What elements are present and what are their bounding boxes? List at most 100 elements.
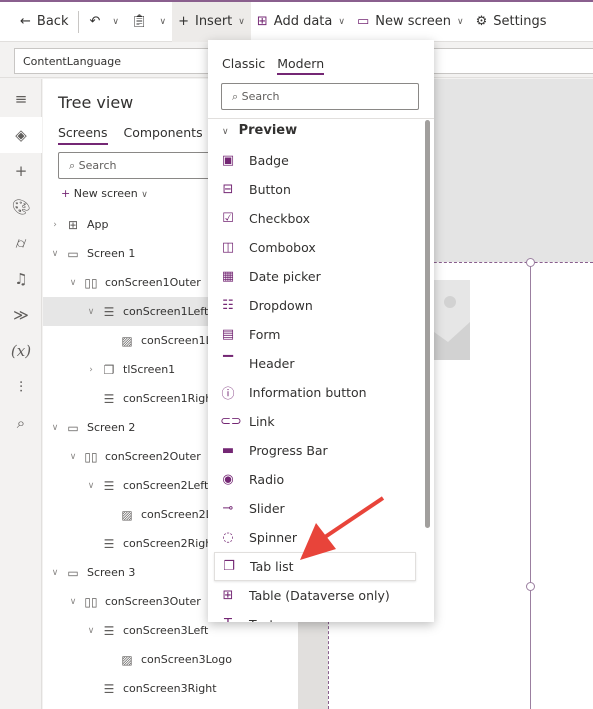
search-icon: ⌕ xyxy=(69,159,79,172)
undo-icon: ↶ xyxy=(89,14,101,29)
insert-item[interactable]: T Text xyxy=(214,610,416,622)
back-arrow-icon: ← xyxy=(20,14,31,29)
chevron-down-icon[interactable]: ∨ xyxy=(67,452,79,462)
chevron-down-icon[interactable]: ∨ xyxy=(49,249,61,259)
chevron-down-icon[interactable]: ∨ xyxy=(67,278,79,288)
selection-border xyxy=(530,262,531,709)
insert-item-label: Dropdown xyxy=(249,298,313,313)
chevron-right-icon[interactable]: › xyxy=(49,220,61,230)
table-add-icon: ⊞ xyxy=(256,14,268,29)
themes-palette-icon[interactable]: 🎨︎ xyxy=(0,189,42,225)
tree-item-label: conScreen1Outer xyxy=(105,276,201,289)
insert-item[interactable]: ☑ Checkbox xyxy=(214,204,416,233)
chevron-down-icon[interactable]: ∨ xyxy=(49,568,61,578)
insert-item[interactable]: ⓘ Information button xyxy=(214,378,416,407)
search-icon[interactable]: ⌕ xyxy=(0,405,42,441)
insert-item[interactable]: ▬ Progress Bar xyxy=(214,436,416,465)
tab-screens[interactable]: Screens xyxy=(58,125,108,145)
hamburger-icon[interactable]: ≡ xyxy=(0,81,42,117)
new-screen-button[interactable]: ▭ New screen ∨ xyxy=(351,2,470,42)
data-cylinder-icon[interactable]: ⌭ xyxy=(0,225,42,261)
insert-item-label: Date picker xyxy=(249,269,321,284)
insert-item[interactable]: ◉ Radio xyxy=(214,465,416,494)
insert-item-label: Tab list xyxy=(250,559,294,574)
image-placeholder[interactable] xyxy=(434,280,470,360)
vertical-container-icon: ☰ xyxy=(103,304,115,319)
tree-item-label: conScreen3Logo xyxy=(141,653,232,666)
chevron-down-icon[interactable]: ∨ xyxy=(49,423,61,433)
new-screen-button[interactable]: + New screen ∨ xyxy=(61,187,148,200)
tree-view-layers-icon[interactable]: ◈ xyxy=(0,117,42,153)
screen-icon: ▭ xyxy=(67,420,79,435)
tab-list-icon: ❐ xyxy=(223,559,235,574)
tree-item[interactable]: ☰ conScreen3Right xyxy=(43,674,298,703)
form-icon: ▤ xyxy=(221,327,235,342)
combobox-icon: ◫ xyxy=(221,240,235,255)
chevron-down-icon: ∨ xyxy=(141,190,148,200)
chevron-down-icon[interactable]: ∨ xyxy=(85,481,97,491)
insert-item[interactable]: ⊞ Table (Dataverse only) xyxy=(214,581,416,610)
insert-item[interactable]: ⊂⊃ Link xyxy=(214,407,416,436)
undo-dropdown[interactable]: ∨ xyxy=(106,2,125,42)
calendar-icon: ▦ xyxy=(221,269,235,284)
variables-icon[interactable]: (x) xyxy=(0,333,42,369)
insert-search-input[interactable]: ⌕ Search xyxy=(221,83,419,110)
tree-item-label: Screen 3 xyxy=(87,566,136,579)
insert-item[interactable]: ▔ Header xyxy=(214,349,416,378)
insert-item[interactable]: ▦ Date picker xyxy=(214,262,416,291)
image-placeholder-icon xyxy=(434,296,470,360)
insert-item[interactable]: ▤ Form xyxy=(214,320,416,349)
paste-button[interactable]: 📋︎ xyxy=(125,2,154,42)
chevron-down-icon[interactable]: ∨ xyxy=(85,307,97,317)
command-bar: ← Back ↶ ∨ 📋︎ ∨ + Insert ∨ ⊞ Add data ∨ ▭ New … xyxy=(0,0,593,42)
insert-plus-icon[interactable]: + xyxy=(0,153,42,189)
power-automate-icon[interactable]: ≫ xyxy=(0,297,42,333)
scrollbar[interactable] xyxy=(425,120,430,528)
add-data-button[interactable]: ⊞ Add data ∨ xyxy=(251,2,351,42)
insert-item[interactable]: ❐ Tab list xyxy=(214,552,416,581)
header-icon: ▔ xyxy=(223,356,233,371)
resize-handle[interactable] xyxy=(526,582,535,591)
insert-item-label: Link xyxy=(249,414,275,429)
media-icon[interactable]: ♫ xyxy=(0,261,42,297)
insert-item[interactable]: ▣ Badge xyxy=(214,146,416,175)
tab-modern[interactable]: Modern xyxy=(277,56,325,75)
insert-item[interactable]: ⊟ Button xyxy=(214,175,416,204)
tab-components[interactable]: Components xyxy=(124,125,203,145)
image-icon: ▨ xyxy=(121,507,133,522)
slider-icon: ⊸ xyxy=(222,501,234,516)
insert-item[interactable]: ☷ Dropdown xyxy=(214,291,416,320)
advanced-tools-icon[interactable]: ⫶ xyxy=(0,369,42,405)
settings-button[interactable]: ⚙ Settings xyxy=(470,2,553,42)
insert-item-label: Progress Bar xyxy=(249,443,328,458)
paste-dropdown[interactable]: ∨ xyxy=(153,2,172,42)
chevron-down-icon[interactable]: ∨ xyxy=(85,626,97,636)
chevron-right-icon[interactable]: › xyxy=(85,365,97,375)
undo-button[interactable]: ↶ xyxy=(83,2,106,42)
vertical-container-icon: ☰ xyxy=(103,478,115,493)
back-button[interactable]: ← Back xyxy=(14,2,74,42)
tree-item-label: App xyxy=(87,218,109,231)
section-preview[interactable]: ∨ Preview xyxy=(222,123,297,138)
tab-classic[interactable]: Classic xyxy=(222,56,265,75)
horizontal-container-icon: ▯▯ xyxy=(84,449,98,464)
insert-item[interactable]: ◌ Spinner xyxy=(214,523,416,552)
insert-item[interactable]: ⊸ Slider xyxy=(214,494,416,523)
tree-item-label: conScreen1Left xyxy=(123,305,209,318)
tree-item-label: conScreen1Right xyxy=(123,392,217,405)
resize-handle[interactable] xyxy=(526,258,535,267)
insert-item-label: Spinner xyxy=(249,530,298,545)
image-icon: ▨ xyxy=(121,333,133,348)
chevron-down-icon: ∨ xyxy=(456,16,464,27)
chevron-down-icon[interactable]: ∨ xyxy=(67,597,79,607)
insert-item-label: Button xyxy=(249,182,291,197)
image-icon: ▨ xyxy=(121,652,133,667)
insert-item-label: Checkbox xyxy=(249,211,311,226)
insert-item[interactable]: ◫ Combobox xyxy=(214,233,416,262)
insert-button[interactable]: + Insert ∨ xyxy=(172,1,251,42)
vertical-container-icon: ☰ xyxy=(103,623,115,638)
gear-icon: ⚙ xyxy=(475,14,488,29)
tree-item[interactable]: ▨ conScreen3Logo xyxy=(43,645,298,674)
insert-item-label: Information button xyxy=(249,385,367,400)
text-icon: T xyxy=(220,617,236,622)
